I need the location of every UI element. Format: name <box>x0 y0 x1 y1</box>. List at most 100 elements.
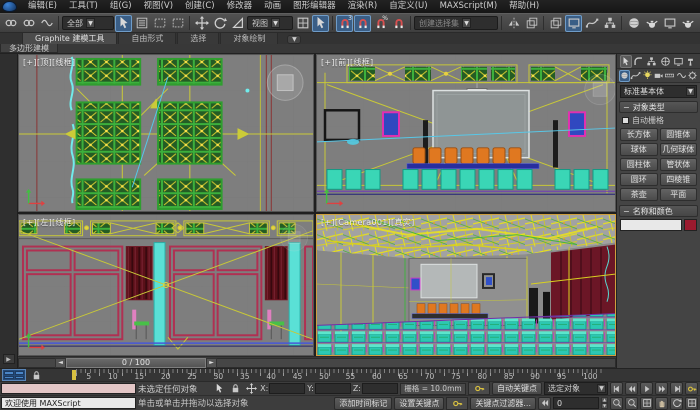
display-tab[interactable] <box>672 55 684 68</box>
geometry-subtab[interactable] <box>619 70 630 82</box>
primitive-button[interactable]: 圆锥体 <box>660 128 698 141</box>
spacewarps-subtab[interactable] <box>676 70 687 82</box>
menu-item[interactable]: 工具(T) <box>63 0 104 13</box>
select-object-button[interactable] <box>115 15 132 32</box>
viewport-top[interactable]: [+][顶][线框] <box>18 54 314 212</box>
go-to-end-icon[interactable] <box>670 382 683 395</box>
viewport-label-camera[interactable]: [+][Camera001][真实] <box>321 217 415 228</box>
selection-set-dropdown[interactable]: 选定对象▼ <box>544 382 608 395</box>
menu-item[interactable]: MAXScript(M) <box>434 0 504 13</box>
manage-layers-icon[interactable] <box>547 15 564 32</box>
orbit-icon[interactable] <box>670 397 683 410</box>
primitive-button[interactable]: 几何球体 <box>660 143 698 156</box>
viewcube[interactable] <box>585 74 615 104</box>
menu-item[interactable]: 组(G) <box>104 0 138 13</box>
bind-to-spacewarp-icon[interactable] <box>38 15 55 32</box>
menu-item[interactable]: 图形编辑器 <box>287 0 342 13</box>
expand-strip-icon[interactable]: ▶ <box>3 354 15 364</box>
ribbon-tab[interactable]: 对象绘制 <box>220 32 278 44</box>
time-slider-prev-icon[interactable]: ◄ <box>55 358 66 368</box>
select-and-scale-icon[interactable] <box>229 15 246 32</box>
menu-item[interactable]: 修改器 <box>221 0 259 13</box>
menu-item[interactable]: 动画 <box>258 0 287 13</box>
zoom-all-icon[interactable] <box>625 397 638 410</box>
key-mode-toggle-icon[interactable] <box>685 382 698 395</box>
use-pivot-center-icon[interactable] <box>294 15 311 32</box>
play-animation-icon[interactable] <box>640 382 653 395</box>
primitive-category-dropdown[interactable]: 标准基本体 ▼ <box>620 85 697 98</box>
reference-coordinate-dropdown[interactable]: 视图▼ <box>247 16 293 30</box>
helpers-subtab[interactable] <box>664 70 675 82</box>
isolate-selection-icon[interactable] <box>212 382 226 395</box>
viewport-label-left[interactable]: [+][左][线框] <box>23 217 75 228</box>
lights-subtab[interactable] <box>642 70 653 82</box>
schematic-view-icon[interactable] <box>601 15 618 32</box>
object-name-input[interactable] <box>620 219 682 231</box>
menu-item[interactable]: 自定义(U) <box>383 0 433 13</box>
rectangular-selection-region-icon[interactable] <box>151 15 168 32</box>
object-type-rollout-header[interactable]: − 对象类型 <box>619 101 698 113</box>
maxscript-mini-listener[interactable]: 欢迎使用 MAXScript <box>1 397 136 409</box>
add-time-tag-button[interactable]: 添加时间标记 <box>334 397 392 410</box>
primitive-button[interactable]: 茶壶 <box>620 188 658 201</box>
previous-frame-icon[interactable] <box>625 382 638 395</box>
graphite-ribbon-toggle-icon[interactable] <box>565 15 582 32</box>
curve-editor-icon[interactable] <box>583 15 600 32</box>
cameras-subtab[interactable] <box>653 70 664 82</box>
polygon-modeling-panel[interactable]: 多边形建模 <box>0 44 58 53</box>
ribbon-tab[interactable]: 选择 <box>177 32 219 44</box>
create-tab[interactable] <box>620 55 632 68</box>
menu-item[interactable]: 创建(C) <box>179 0 221 13</box>
viewcube[interactable] <box>267 65 303 101</box>
current-frame-field[interactable] <box>553 397 599 409</box>
key-filters-button[interactable]: 关键点过滤器... <box>470 397 536 410</box>
ribbon-tab[interactable]: Graphite 建模工具 <box>22 32 117 44</box>
name-color-rollout-header[interactable]: − 名称和颜色 <box>619 205 698 217</box>
systems-subtab[interactable] <box>687 70 698 82</box>
material-editor-icon[interactable] <box>625 15 642 32</box>
autogrid-checkbox[interactable] <box>622 117 629 124</box>
macro-recorder-field[interactable] <box>1 383 136 394</box>
window-crossing-toggle-icon[interactable] <box>169 15 186 32</box>
angle-snap-icon[interactable] <box>354 15 371 32</box>
set-key-button[interactable]: 设置关键点 <box>394 397 444 410</box>
primitive-button[interactable]: 圆柱体 <box>620 158 658 171</box>
select-by-name-icon[interactable] <box>133 15 150 32</box>
go-to-previous-key-icon[interactable] <box>538 397 551 410</box>
primitive-button[interactable]: 球体 <box>620 143 658 156</box>
rendered-frame-window-icon[interactable] <box>661 15 678 32</box>
unlink-selection-icon[interactable] <box>20 15 37 32</box>
hierarchy-tab[interactable] <box>646 55 658 68</box>
select-manipulate-icon[interactable] <box>312 15 329 32</box>
viewport-left[interactable]: [+][左][线框] <box>18 214 314 356</box>
x-coordinate-field[interactable] <box>269 383 305 394</box>
y-coordinate-field[interactable] <box>315 383 351 394</box>
menu-item[interactable]: 编辑(E) <box>22 0 63 13</box>
selection-lock-toggle-icon[interactable] <box>228 382 242 395</box>
shapes-subtab[interactable] <box>630 70 641 82</box>
zoom-icon[interactable] <box>610 397 623 410</box>
primitive-button[interactable]: 圆环 <box>620 173 658 186</box>
selection-lock-icon[interactable] <box>28 369 44 381</box>
percent-snap-icon[interactable]: % <box>372 15 389 32</box>
mirror-icon[interactable] <box>505 15 522 32</box>
set-key-icon[interactable] <box>468 382 490 395</box>
select-and-rotate-icon[interactable] <box>211 15 228 32</box>
primitive-button[interactable]: 四棱锥 <box>660 173 698 186</box>
z-coordinate-field[interactable] <box>362 383 398 394</box>
time-slider-next-icon[interactable]: ► <box>206 358 217 368</box>
utilities-tab[interactable] <box>685 55 697 68</box>
pan-hand-icon[interactable] <box>655 397 668 410</box>
modify-tab[interactable] <box>633 55 645 68</box>
spinner-snap-icon[interactable] <box>390 15 407 32</box>
absolute-mode-icon[interactable] <box>244 382 258 395</box>
viewport-label-top[interactable]: [+][顶][线框] <box>23 57 75 68</box>
maximize-viewport-icon[interactable] <box>685 397 698 410</box>
go-to-start-icon[interactable] <box>610 382 623 395</box>
named-selection-sets-dropdown[interactable]: 创建选择集▼ <box>414 16 498 30</box>
viewcube[interactable] <box>281 224 308 251</box>
frame-spinner[interactable]: ▲▼ <box>601 397 608 409</box>
timeline-ruler[interactable]: 5101520253035404550556065707580859095100 <box>76 369 604 381</box>
viewport-label-front[interactable]: [+][前][线框] <box>321 57 373 68</box>
zoom-extents-icon[interactable] <box>640 397 653 410</box>
